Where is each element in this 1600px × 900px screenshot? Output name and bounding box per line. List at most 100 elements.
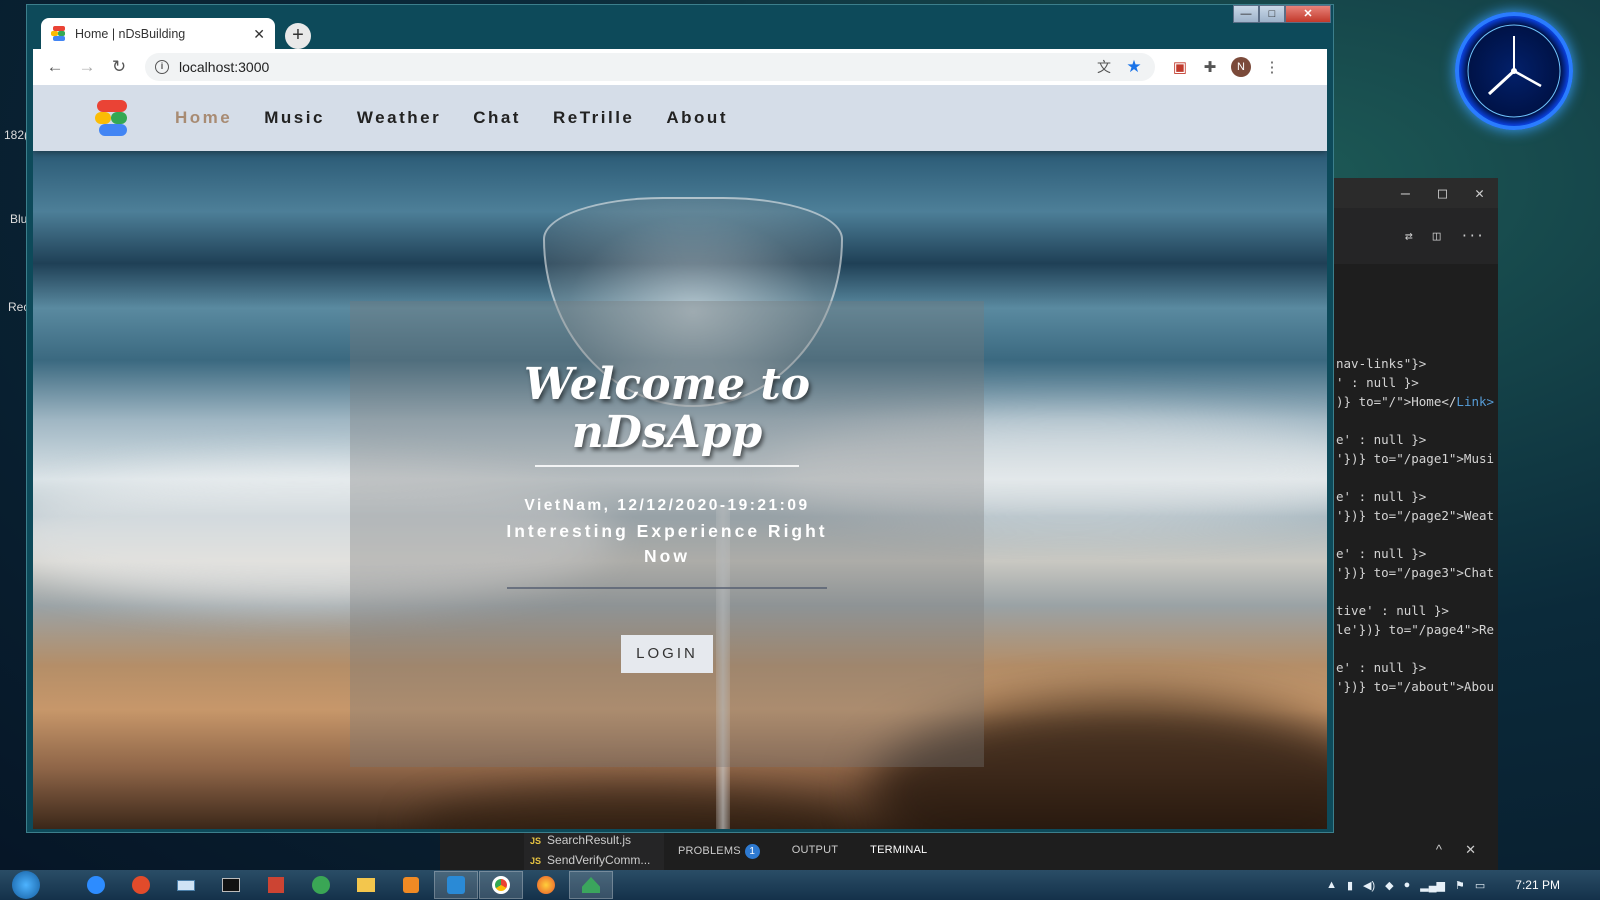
taskbar-app-folder[interactable] (344, 871, 388, 899)
split-editor-icon[interactable]: ◫ (1433, 229, 1441, 244)
tray-device-icon[interactable]: ▮ (1347, 879, 1353, 892)
nav-link-music[interactable]: Music (264, 108, 325, 128)
tab-terminal[interactable]: TERMINAL (870, 844, 927, 859)
new-tab-button[interactable]: + (285, 23, 311, 49)
taskbar-app-browser[interactable] (299, 871, 343, 899)
divider (507, 587, 827, 589)
translate-icon[interactable]: 文 (1093, 57, 1115, 77)
close-window-button[interactable]: ✕ (1285, 5, 1331, 23)
file-explorer: JS SearchResult.js JS SendVerifyComm... (524, 830, 664, 870)
signal-icon[interactable]: ▂▄▆ (1420, 879, 1445, 892)
code-line: '})} to="/page1">Musi (1336, 451, 1495, 466)
site-info-icon[interactable]: i (155, 60, 169, 74)
desktop-clock-gadget (1455, 12, 1573, 130)
vscode-bottom-panel: JSSearchResult.js JSSendVerifyComm... 86… (440, 818, 1498, 870)
browser-tab[interactable]: Home | nDsBuilding ✕ (41, 18, 275, 50)
extension-icon[interactable]: ▣ (1165, 58, 1195, 76)
system-tray: ▲ ▮ ◀) ◆ ● ▂▄▆ ⚑ ▭ 7:21 PM (1326, 878, 1600, 892)
taskbar-app-console[interactable] (209, 871, 253, 899)
start-button[interactable] (12, 871, 40, 899)
taskbar-app-keyboard[interactable] (164, 871, 208, 899)
web-page: Home Music Weather Chat ReTrille About W… (33, 85, 1327, 829)
taskbar-app-music[interactable] (119, 871, 163, 899)
location-datetime: VietNam, 12/12/2020-19:21:09 (524, 497, 810, 514)
taskbar-app-sublime[interactable] (389, 871, 433, 899)
taskbar-app-firefox[interactable] (524, 871, 568, 899)
tray-app-icon[interactable]: ◆ (1385, 879, 1393, 892)
tray-flag-icon[interactable]: ⚑ (1455, 879, 1465, 892)
login-button[interactable]: LOGIN (621, 634, 713, 673)
minimize-button[interactable]: — (1233, 5, 1259, 23)
taskbar-app-chrome[interactable] (479, 871, 523, 899)
nav-link-about[interactable]: About (666, 108, 728, 128)
code-line: )} to="/">Home</Link> (1336, 394, 1495, 409)
menu-kebab-icon[interactable]: ⋮ (1257, 58, 1287, 76)
welcome-card: Welcome to nDsApp VietNam, 12/12/2020-19… (350, 301, 984, 767)
tray-chrome-icon[interactable]: ● (1404, 879, 1411, 891)
divider (535, 465, 799, 467)
main-navbar: Home Music Weather Chat ReTrille About (33, 85, 1327, 151)
desktop-text-fragment: 182( (4, 128, 29, 142)
file-item[interactable]: JS SendVerifyComm... (524, 850, 664, 870)
code-editor[interactable]: nav-links"}> ' : null }> )} to="/">Home<… (1334, 264, 1498, 698)
volume-icon[interactable]: ◀) (1363, 879, 1375, 892)
code-line: le'})} to="/page4">Re (1336, 622, 1495, 637)
taskbar-app-zoom[interactable] (74, 871, 118, 899)
nav-link-home[interactable]: Home (175, 108, 232, 128)
profile-avatar[interactable]: N (1231, 57, 1251, 77)
back-icon[interactable]: ← (41, 57, 69, 77)
nav-link-chat[interactable]: Chat (473, 108, 521, 128)
close-panel-icon[interactable]: ✕ (1465, 842, 1476, 858)
code-line: e' : null }> (1336, 546, 1427, 561)
reload-icon[interactable]: ↻ (105, 57, 133, 77)
minimize-icon[interactable]: — (1401, 184, 1410, 202)
address-bar[interactable]: i localhost:3000 文 ★ (145, 53, 1155, 81)
nav-link-retrille[interactable]: ReTrille (553, 108, 634, 128)
taskbar-app-generic[interactable] (569, 871, 613, 899)
tagline: Interesting Experience Right Now (506, 521, 828, 566)
code-line: e' : null }> (1336, 432, 1427, 447)
favicon-icon (51, 26, 67, 42)
problems-count-badge: 1 (744, 844, 760, 859)
bookmark-star-icon[interactable]: ★ (1123, 57, 1145, 77)
forward-icon[interactable]: → (73, 57, 101, 77)
chevron-up-icon[interactable]: ^ (1436, 842, 1442, 857)
code-line: e' : null }> (1336, 489, 1427, 504)
code-line: tive' : null }> (1336, 603, 1449, 618)
compare-icon[interactable]: ⇄ (1405, 229, 1413, 244)
url-text[interactable]: localhost:3000 (179, 59, 1085, 75)
close-tab-icon[interactable]: ✕ (253, 26, 265, 43)
maximize-icon[interactable]: □ (1438, 184, 1447, 202)
nav-link-weather[interactable]: Weather (357, 108, 441, 128)
extensions-puzzle-icon[interactable]: ✚ (1195, 58, 1225, 76)
code-line: e' : null }> (1336, 660, 1427, 675)
desktop-text-fragment: Blu (10, 212, 28, 226)
tray-battery-icon[interactable]: ▭ (1475, 879, 1485, 892)
code-line: '})} to="/page2">Weat (1336, 508, 1495, 523)
vscode-window: — □ ✕ ⇄ ◫ ··· nav-links"}> ' : null }> )… (1334, 178, 1498, 830)
taskbar-app-tools[interactable] (254, 871, 298, 899)
app-logo[interactable] (93, 98, 133, 138)
js-file-icon: JS (530, 856, 542, 866)
window-controls: — □ ✕ (1233, 5, 1331, 23)
tab-problems[interactable]: PROBLEMS 1 (678, 844, 760, 859)
tab-output[interactable]: OUTPUT (792, 844, 838, 859)
code-line: ' : null }> (1336, 375, 1419, 390)
more-actions-icon[interactable]: ··· (1461, 229, 1484, 244)
code-line: '})} to="/about">Abou (1336, 679, 1495, 694)
tab-title: Home | nDsBuilding (75, 27, 186, 41)
taskbar-app-vscode[interactable] (434, 871, 478, 899)
taskbar: ▲ ▮ ◀) ◆ ● ▂▄▆ ⚑ ▭ 7:21 PM (0, 870, 1600, 900)
code-line: '})} to="/page3">Chat (1336, 565, 1495, 580)
close-icon[interactable]: ✕ (1475, 184, 1484, 202)
browser-window: Home | nDsBuilding ✕ + — □ ✕ ← → ↻ i loc… (26, 4, 1334, 833)
tray-network-icon[interactable]: ▲ (1326, 879, 1337, 891)
js-file-icon: JS (530, 836, 542, 846)
clock-time[interactable]: 7:21 PM (1515, 878, 1560, 892)
file-item[interactable]: JS SearchResult.js (524, 830, 664, 850)
maximize-button[interactable]: □ (1259, 5, 1285, 23)
tab-strip: Home | nDsBuilding ✕ + — □ ✕ (27, 5, 1333, 50)
